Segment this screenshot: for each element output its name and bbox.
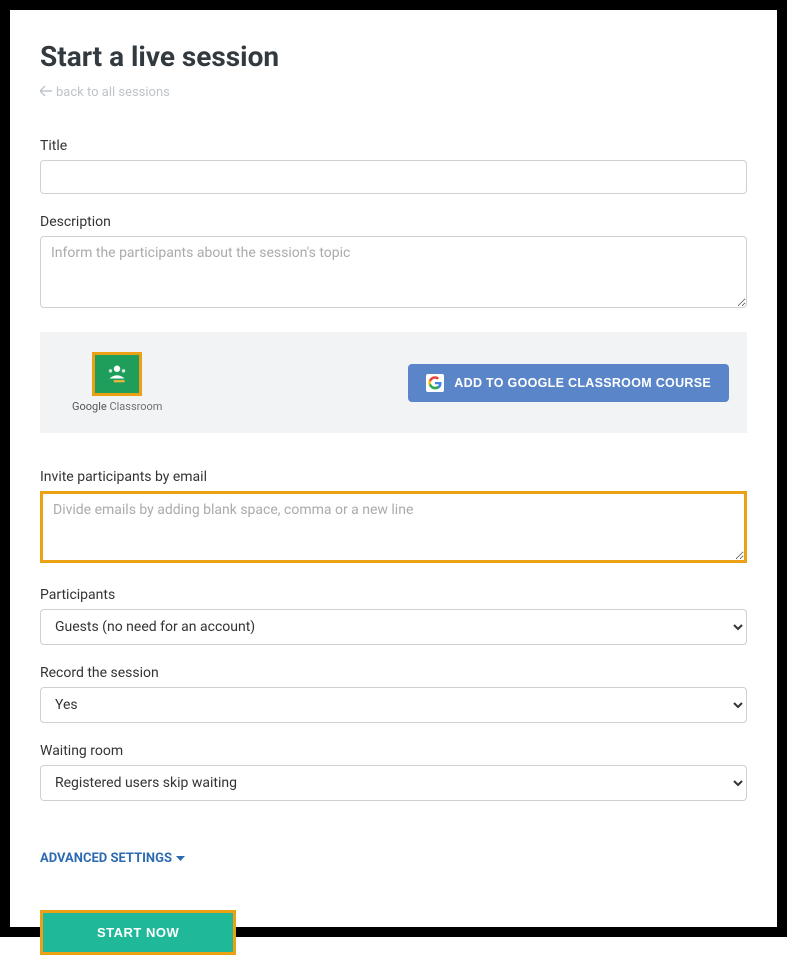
invite-emails-textarea[interactable] xyxy=(40,491,747,563)
caret-down-icon xyxy=(176,851,185,866)
google-g-icon xyxy=(426,374,444,392)
title-input[interactable] xyxy=(40,160,747,194)
advanced-settings-link[interactable]: ADVANCED SETTINGS xyxy=(40,851,185,866)
record-select[interactable]: Yes xyxy=(40,687,747,723)
record-label: Record the session xyxy=(40,665,747,681)
google-classroom-button-label: ADD TO GOOGLE CLASSROOM COURSE xyxy=(454,376,711,390)
waiting-room-label: Waiting room xyxy=(40,743,747,759)
participants-select[interactable]: Guests (no need for an account) xyxy=(40,609,747,645)
page-title: Start a live session xyxy=(40,40,747,73)
start-now-button[interactable]: START NOW xyxy=(43,913,233,952)
description-label: Description xyxy=(40,214,747,230)
google-classroom-panel: Google Classroom ADD TO GOOGLE CLASSROOM… xyxy=(40,332,747,433)
google-classroom-caption: Google Classroom xyxy=(72,400,162,413)
back-to-sessions-link[interactable]: back to all sessions xyxy=(40,85,170,100)
back-link-label: back to all sessions xyxy=(56,85,170,100)
add-to-google-classroom-button[interactable]: ADD TO GOOGLE CLASSROOM COURSE xyxy=(408,364,729,402)
description-textarea[interactable] xyxy=(40,236,747,308)
advanced-settings-label: ADVANCED SETTINGS xyxy=(40,851,172,866)
title-label: Title xyxy=(40,138,747,154)
google-classroom-icon xyxy=(92,352,142,396)
participants-label: Participants xyxy=(40,587,747,603)
arrow-left-icon xyxy=(40,85,52,100)
waiting-room-select[interactable]: Registered users skip waiting xyxy=(40,765,747,801)
invite-label: Invite participants by email xyxy=(40,469,747,485)
